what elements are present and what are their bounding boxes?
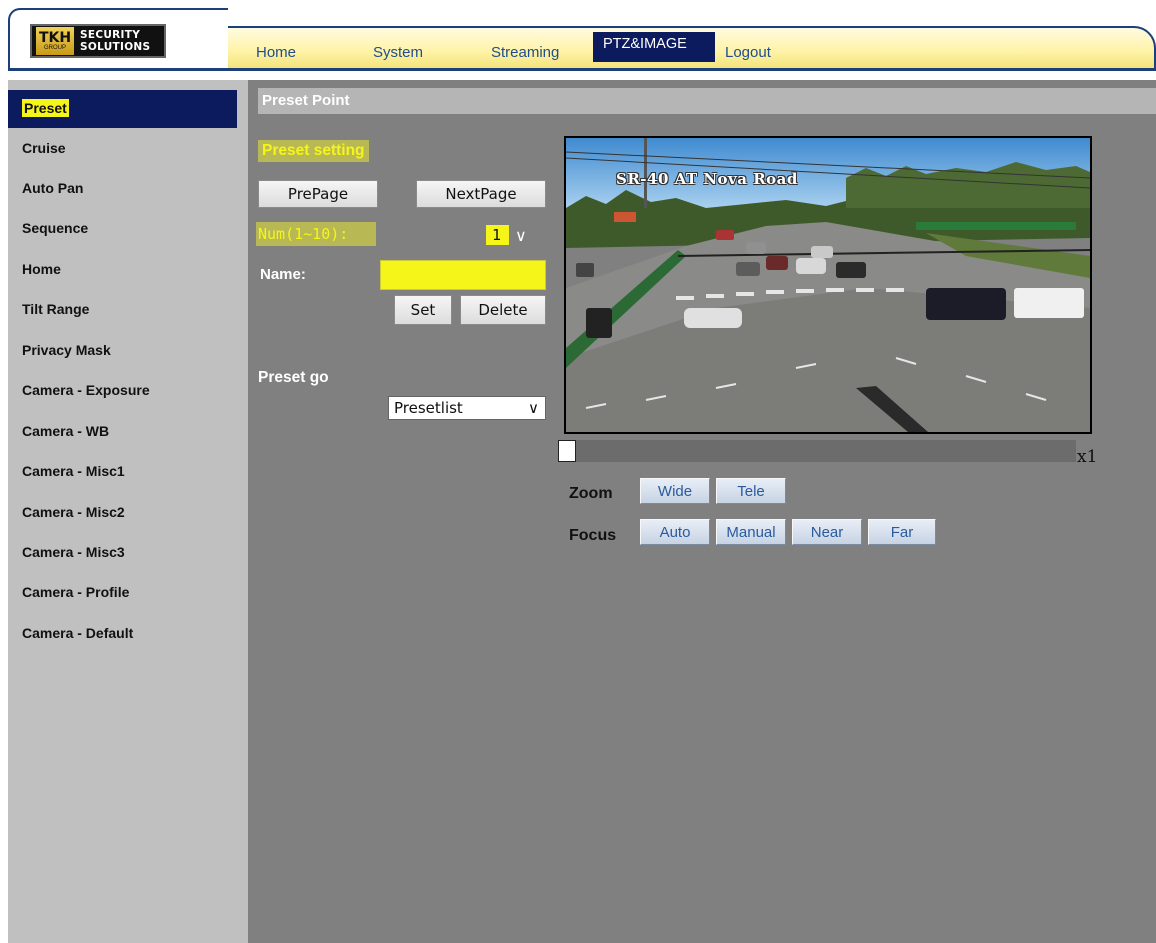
preset-go-title: Preset go bbox=[258, 369, 329, 386]
next-page-button[interactable]: NextPage bbox=[416, 180, 546, 208]
header-divider bbox=[8, 68, 1156, 71]
sidebar-item-camera-misc2[interactable]: Camera - Misc2 bbox=[8, 494, 237, 532]
top-nav: Home System Streaming PTZ&IMAGE Logout bbox=[248, 32, 771, 68]
section-title: Preset Point bbox=[258, 88, 1156, 114]
sidebar-item-tilt-range[interactable]: Tilt Range bbox=[8, 291, 237, 329]
num-select-value: 1 bbox=[486, 225, 510, 245]
focus-near-button[interactable]: Near bbox=[792, 519, 862, 545]
sidebar-item-camera-default[interactable]: Camera - Default bbox=[8, 615, 237, 653]
sidebar-item-sequence[interactable]: Sequence bbox=[8, 210, 237, 248]
nav-system[interactable]: System bbox=[365, 36, 483, 68]
sidebar-item-home[interactable]: Home bbox=[8, 251, 237, 289]
video-caption: SR-40 AT Nova Road bbox=[616, 170, 798, 188]
sidebar-item-preset[interactable]: Preset bbox=[8, 90, 237, 128]
sidebar-item-auto-pan[interactable]: Auto Pan bbox=[8, 170, 237, 208]
sidebar-item-cruise[interactable]: Cruise bbox=[8, 130, 237, 168]
main-panel: Preset Point Preset setting PrePage Next… bbox=[248, 80, 1156, 943]
zoom-slider-handle[interactable] bbox=[558, 440, 576, 462]
logo-mark-text: TKH bbox=[38, 29, 72, 46]
nav-logout[interactable]: Logout bbox=[715, 36, 771, 68]
num-label: Num(1~10): bbox=[256, 222, 376, 246]
nav-ptz-image[interactable]: PTZ&IMAGE bbox=[593, 32, 715, 62]
zoom-wide-button[interactable]: Wide bbox=[640, 478, 710, 504]
zoom-slider-track[interactable] bbox=[558, 440, 1076, 462]
sidebar-item-camera-wb[interactable]: Camera - WB bbox=[8, 413, 237, 451]
preset-setting-title-text: Preset setting bbox=[262, 142, 365, 159]
sidebar-item-camera-misc3[interactable]: Camera - Misc3 bbox=[8, 534, 237, 572]
logo-group-text: GROUP bbox=[43, 44, 66, 51]
sidebar-item-camera-exposure[interactable]: Camera - Exposure bbox=[8, 372, 237, 410]
chevron-down-icon: ∨ bbox=[528, 399, 539, 417]
header: TKH GROUP SECURITY SOLUTIONS Home System… bbox=[0, 0, 1156, 80]
focus-label: Focus bbox=[569, 527, 617, 544]
sidebar: Preset Cruise Auto Pan Sequence Home Til… bbox=[8, 80, 248, 943]
sidebar-item-camera-profile[interactable]: Camera - Profile bbox=[8, 574, 237, 612]
zoom-tele-button[interactable]: Tele bbox=[716, 478, 786, 504]
zoom-level-text: x1 bbox=[1077, 447, 1098, 467]
sidebar-item-label: Preset bbox=[22, 99, 69, 117]
chevron-down-icon: ∨ bbox=[515, 225, 527, 245]
focus-auto-button[interactable]: Auto bbox=[640, 519, 710, 545]
nav-home[interactable]: Home bbox=[248, 36, 365, 68]
camera-video-feed[interactable]: SR-40 AT Nova Road bbox=[564, 136, 1092, 434]
name-label: Name: bbox=[260, 266, 306, 283]
logo: TKH GROUP SECURITY SOLUTIONS bbox=[30, 24, 166, 58]
preset-setting-title: Preset setting bbox=[258, 140, 369, 162]
num-select[interactable]: 1 ∨ bbox=[486, 223, 546, 247]
logo-line-1: SECURITY bbox=[80, 29, 141, 41]
sidebar-item-camera-misc1[interactable]: Camera - Misc1 bbox=[8, 453, 237, 491]
nav-streaming[interactable]: Streaming bbox=[483, 36, 593, 68]
logo-mark: TKH GROUP bbox=[36, 27, 74, 55]
focus-manual-button[interactable]: Manual bbox=[716, 519, 786, 545]
logo-text: SECURITY SOLUTIONS bbox=[80, 29, 150, 53]
preset-list-select[interactable]: Presetlist ∨ bbox=[388, 396, 546, 420]
delete-button[interactable]: Delete bbox=[460, 295, 546, 325]
prev-page-button[interactable]: PrePage bbox=[258, 180, 378, 208]
logo-line-2: SOLUTIONS bbox=[80, 41, 151, 53]
preset-list-value: Presetlist bbox=[394, 399, 463, 417]
zoom-label: Zoom bbox=[569, 485, 613, 502]
name-input[interactable] bbox=[380, 260, 546, 290]
set-button[interactable]: Set bbox=[394, 295, 452, 325]
sidebar-item-privacy-mask[interactable]: Privacy Mask bbox=[8, 332, 237, 370]
focus-far-button[interactable]: Far bbox=[868, 519, 936, 545]
